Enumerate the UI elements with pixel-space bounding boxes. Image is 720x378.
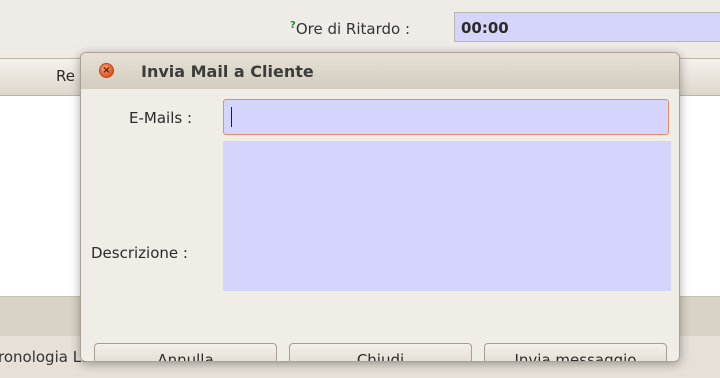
delay-hours-label: ?Ore di Ritardo :: [290, 20, 410, 38]
text-cursor: [231, 107, 232, 127]
close-icon[interactable]: ×: [99, 63, 114, 78]
delay-hours-field[interactable]: 00:00: [454, 12, 720, 42]
background-tab-label: Re: [56, 67, 75, 85]
delay-hours-label-text: Ore di Ritardo :: [295, 20, 410, 38]
send-message-button[interactable]: Invia messaggio: [484, 343, 667, 361]
description-label: Descrizione :: [91, 244, 188, 262]
background-header: ?Ore di Ritardo : 00:00: [0, 0, 720, 52]
emails-input[interactable]: [223, 99, 669, 135]
send-mail-dialog: × Invia Mail a Cliente E-Mails : Descriz…: [80, 52, 680, 362]
close-button[interactable]: Chiudi: [289, 343, 472, 361]
dialog-title: Invia Mail a Cliente: [141, 62, 314, 81]
cancel-button[interactable]: Annulla: [94, 343, 277, 361]
dialog-titlebar[interactable]: × Invia Mail a Cliente: [81, 53, 679, 90]
emails-label: E-Mails :: [129, 109, 192, 127]
dialog-body: E-Mails : Descrizione : Annulla Chiudi I…: [81, 89, 679, 361]
description-textarea[interactable]: [223, 141, 671, 291]
